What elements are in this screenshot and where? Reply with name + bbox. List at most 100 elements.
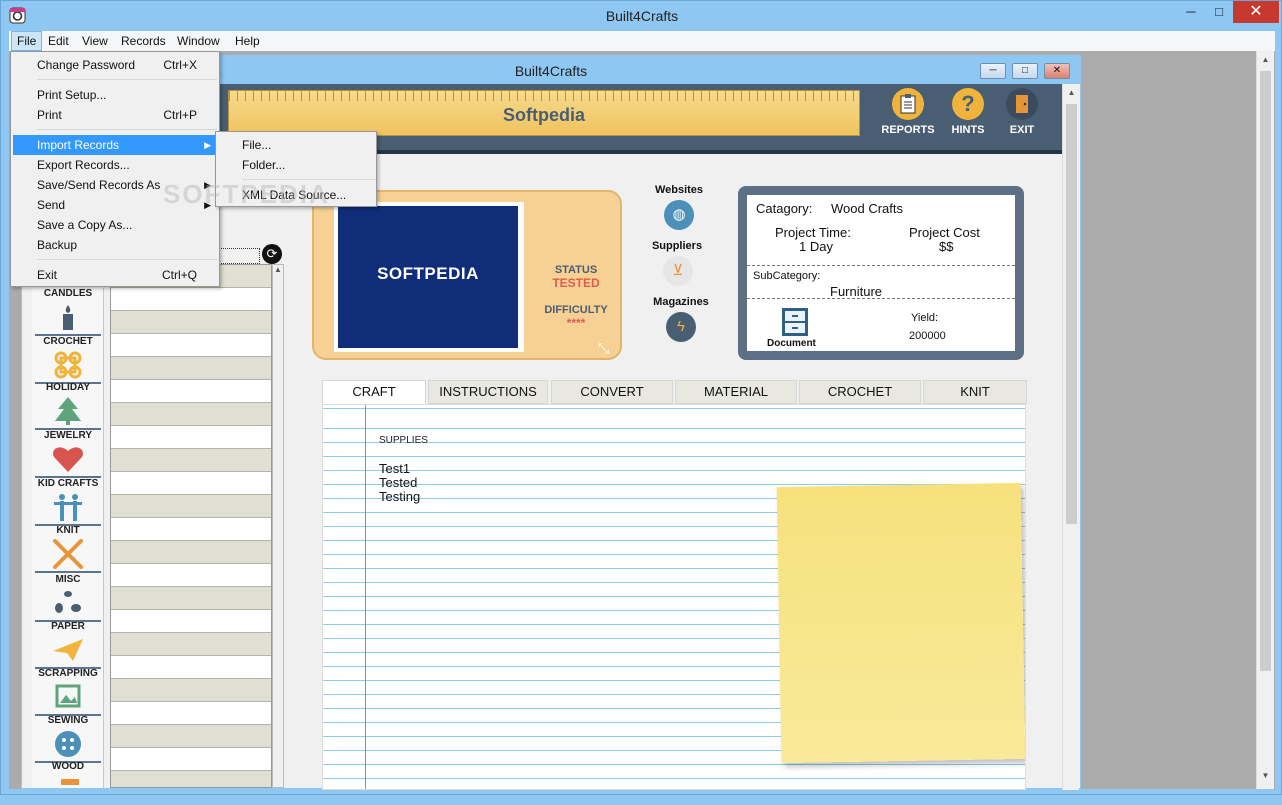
menu-item-export-records[interactable]: Export Records... (13, 155, 217, 175)
child-scrollbar[interactable]: ▲ (1062, 84, 1079, 790)
submenu-item-folder[interactable]: Folder... (218, 155, 374, 175)
menu-help[interactable]: Help (230, 31, 265, 51)
category-paper[interactable]: PAPER (34, 621, 102, 669)
difficulty-value: **** (566, 316, 586, 330)
category-scrapping[interactable]: SCRAPPING (34, 668, 102, 716)
reports-button[interactable]: REPORTS (878, 88, 938, 136)
tab-convert[interactable]: CONVERT (551, 380, 673, 404)
category-crochet[interactable]: CROCHET (34, 336, 102, 384)
child-close-button[interactable]: ✕ (1044, 63, 1070, 79)
list-item[interactable] (111, 633, 271, 656)
menu-item-print[interactable]: Print Ctrl+P (13, 105, 217, 125)
records-list[interactable] (110, 264, 272, 788)
list-item[interactable] (111, 587, 271, 610)
status-value: TESTED (552, 276, 600, 290)
list-item[interactable] (111, 495, 271, 518)
category-kid-crafts[interactable]: KID CRAFTS (34, 478, 102, 526)
child-minimize-button[interactable]: ─ (980, 63, 1006, 79)
scroll-thumb[interactable] (1260, 71, 1271, 671)
main-scrollbar[interactable]: ▲ ▼ (1256, 51, 1274, 789)
category-knit[interactable]: KNIT (34, 525, 102, 573)
list-item[interactable] (111, 472, 271, 495)
category-value: Wood Crafts (831, 201, 904, 216)
supply-item: Testing (379, 489, 421, 504)
category-label: Catagory: (756, 201, 813, 216)
list-item[interactable] (111, 702, 271, 725)
list-item[interactable] (111, 311, 271, 334)
scroll-thumb[interactable] (1066, 104, 1077, 524)
kids-icon (54, 494, 82, 521)
scroll-down-icon[interactable]: ▼ (1257, 771, 1274, 780)
scroll-up-icon[interactable]: ▲ (1257, 55, 1274, 64)
list-item[interactable] (111, 449, 271, 472)
submenu-item-file[interactable]: File... (218, 135, 374, 155)
menu-item-backup[interactable]: Backup (13, 235, 217, 255)
exit-label: EXIT (1009, 124, 1035, 136)
exit-button[interactable]: EXIT (992, 88, 1052, 136)
tab-material[interactable]: MATERIAL (675, 380, 797, 404)
project-image[interactable]: SOFTPEDIA (334, 202, 524, 352)
child-maximize-button[interactable]: □ (1012, 63, 1038, 79)
category-candles[interactable]: CANDLES (34, 288, 102, 336)
expand-icon[interactable]: ⤡ (598, 340, 609, 357)
hints-button[interactable]: ? HINTS (938, 88, 998, 136)
minimize-button[interactable]: ─ (1177, 1, 1205, 23)
list-item[interactable] (111, 541, 271, 564)
category-label: SCRAPPING (38, 668, 98, 679)
menu-records[interactable]: Records (116, 31, 171, 51)
scroll-up-icon[interactable]: ▲ (273, 265, 283, 274)
list-item[interactable] (111, 771, 271, 787)
list-item[interactable] (111, 403, 271, 426)
list-item[interactable] (111, 748, 271, 771)
menu-window[interactable]: Window (172, 31, 225, 51)
watermark: SOFTPEDIA (163, 179, 330, 209)
list-scrollbar[interactable]: ▲ (272, 264, 284, 788)
category-panel: ⟳ CANDLES CROCHET HOLIDAY JEWELRY KID CR… (32, 244, 294, 788)
list-item[interactable] (111, 725, 271, 748)
list-item[interactable] (111, 357, 271, 380)
menu-edit[interactable]: Edit (43, 31, 74, 51)
refresh-icon[interactable]: ⟳ (262, 244, 282, 264)
heart-icon (53, 447, 83, 472)
tab-instructions[interactable]: INSTRUCTIONS (428, 380, 548, 404)
document-cabinet-icon[interactable] (781, 307, 809, 337)
yield-value: 200000 (909, 330, 946, 342)
menu-item-change-password[interactable]: Change Password Ctrl+X (13, 55, 217, 75)
menu-item-import-records[interactable]: Import Records ▶ (13, 135, 217, 155)
category-label: CANDLES (43, 288, 93, 299)
sticky-note[interactable] (776, 482, 1025, 764)
list-item[interactable] (111, 610, 271, 633)
list-item[interactable] (111, 518, 271, 541)
ruler-banner: Softpedia (228, 90, 860, 136)
craft-notes-page[interactable]: SUPPLIES Test1 Tested Testing (322, 404, 1026, 790)
close-button[interactable]: ✕ (1233, 1, 1279, 23)
menu-view[interactable]: View (77, 31, 113, 51)
list-item[interactable] (111, 334, 271, 357)
category-wood[interactable]: WOOD (34, 761, 102, 805)
list-item[interactable] (111, 679, 271, 702)
lightning-icon[interactable]: ϟ (666, 312, 696, 342)
globe-icon[interactable]: ◍ (664, 200, 694, 230)
tab-crochet[interactable]: CROCHET (799, 380, 921, 404)
list-item[interactable] (111, 426, 271, 449)
category-sewing[interactable]: SEWING (34, 715, 102, 763)
list-item[interactable] (111, 380, 271, 403)
maximize-button[interactable]: □ (1205, 1, 1233, 23)
category-jewelry[interactable]: JEWELRY (34, 430, 102, 478)
list-item[interactable] (111, 288, 271, 311)
menu-file[interactable]: File (11, 31, 43, 51)
category-misc[interactable]: MISC (34, 574, 102, 622)
category-label: KNIT (56, 525, 80, 536)
list-item[interactable] (111, 656, 271, 679)
category-holiday[interactable]: HOLIDAY (34, 382, 102, 430)
scroll-up-icon[interactable]: ▲ (1063, 88, 1080, 97)
basket-icon[interactable]: ⊻ (663, 256, 693, 286)
menu-item-print-setup[interactable]: Print Setup... (13, 85, 217, 105)
tab-knit[interactable]: KNIT (923, 380, 1027, 404)
menu-item-save-copy[interactable]: Save a Copy As... (13, 215, 217, 235)
tab-craft[interactable]: CRAFT (322, 380, 426, 404)
saw-icon (61, 779, 79, 785)
list-item[interactable] (111, 564, 271, 587)
file-menu: Change Password Ctrl+X Print Setup... Pri… (10, 51, 220, 287)
menu-item-exit[interactable]: Exit Ctrl+Q (13, 265, 217, 285)
